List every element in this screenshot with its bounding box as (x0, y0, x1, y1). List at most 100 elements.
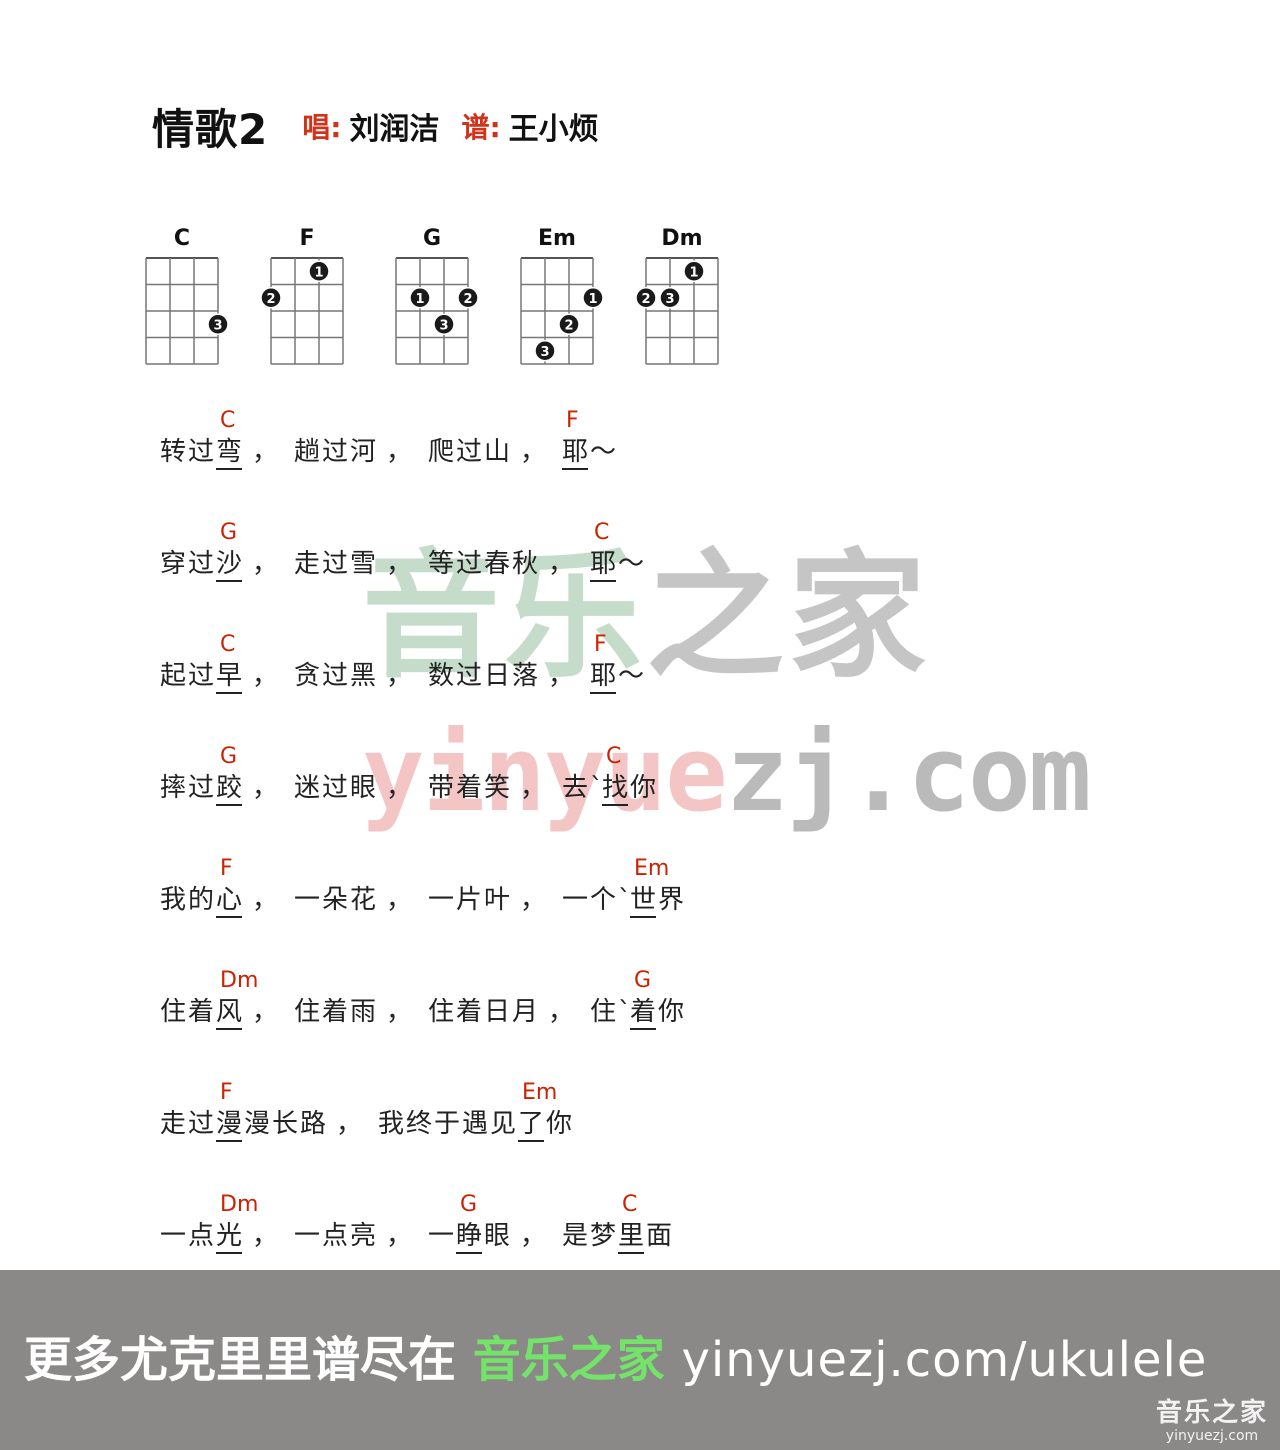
lyric-syllable: 漫 (244, 1109, 271, 1139)
lyric-syllable-chorded: 光 (216, 1220, 243, 1254)
lyric-syllable: 河 (350, 437, 377, 467)
chord-marker: Dm (220, 1192, 259, 1217)
svg-text:2: 2 (266, 292, 275, 307)
lyric-syllable: ， (520, 437, 547, 467)
svg-text:3: 3 (540, 345, 549, 360)
lyric-syllable: 过 (188, 549, 215, 579)
lyric-syllable: 等 (428, 549, 455, 579)
svg-text:3: 3 (439, 318, 448, 333)
lyric-syllable: ， (252, 885, 279, 915)
chord-marker: Dm (220, 968, 259, 993)
lyric-syllable: 叶 (484, 885, 511, 915)
lyric-syllable: ， (520, 885, 547, 915)
lyric-syllable-chorded: 睁 (456, 1220, 483, 1254)
lyric-syllable: 终 (406, 1109, 433, 1139)
lyric-syllable: 过 (322, 549, 349, 579)
chord-marker: F (220, 1080, 233, 1105)
chord-marker: F (594, 632, 607, 657)
chord-marker: C (220, 408, 236, 433)
lyric-syllable: 你 (658, 997, 685, 1027)
lyric-syllable: ， (386, 773, 413, 803)
lyric-syllable: 穿 (160, 549, 187, 579)
lyric-syllable: 你 (630, 773, 657, 803)
lyric-syllable: 点 (188, 1221, 215, 1251)
lyric-syllable: 过 (456, 437, 483, 467)
lyric-syllable: 是 (562, 1221, 589, 1251)
lyric-syllable: 亮 (350, 1221, 377, 1251)
footer-url[interactable]: yinyuezj.com/ukulele (681, 1332, 1207, 1388)
lyric-syllable: ～ (618, 661, 645, 691)
lyric-syllable: 日 (484, 997, 511, 1027)
lyric-syllable: 数 (428, 661, 455, 691)
footer-promo-text: 更多尤克里里谱尽在 (24, 1332, 457, 1388)
lyric-syllable: 春 (484, 549, 511, 579)
lyric-line: 起过早 C，贪过黑，数过日落，耶 F ～ (160, 632, 1060, 742)
lyric-line: 我的心 F，一朵花，一片叶，一个 ` 世 Em 界 (160, 856, 1060, 966)
chord-name: C (173, 226, 191, 251)
lyric-syllable: ， (252, 773, 279, 803)
fretboard-grid: 12 (260, 257, 344, 365)
svg-text:1: 1 (689, 265, 698, 280)
chord-marker: C (220, 632, 236, 657)
chord-marker: C (622, 1192, 638, 1217)
lyric-syllable: 起 (160, 661, 187, 691)
chord-name: G (422, 226, 442, 251)
lyric-syllable: ， (252, 661, 279, 691)
footer-logo-url: yinyuezj.com (1165, 1428, 1259, 1444)
lyric-syllable: 个 (590, 885, 617, 915)
lyric-syllable: ， (386, 1221, 413, 1251)
lyric-syllable-chorded: 耶 (590, 548, 617, 582)
lyric-syllable: 点 (322, 1221, 349, 1251)
chord-marker: F (220, 856, 233, 881)
lyric-syllable: ， (386, 549, 413, 579)
chord-marker: Em (522, 1080, 558, 1105)
chord-name: Em (538, 226, 576, 251)
finger-dot: 3 (433, 313, 455, 335)
fretboard-grid: 1 23 (635, 257, 719, 365)
song-header: 情歌2 唱: 刘润洁 谱: 王小烦 (152, 96, 621, 156)
lyric-syllable: 见 (490, 1109, 517, 1139)
lyric-syllable: ， (386, 885, 413, 915)
lyric-syllable: 月 (512, 997, 539, 1027)
lyric-syllable: 过 (188, 773, 215, 803)
svg-text:1: 1 (415, 292, 424, 307)
lyric-syllable-chorded: 沙 (216, 548, 243, 582)
arranger-name: 王小烦 (508, 112, 599, 147)
svg-text:2: 2 (564, 318, 573, 333)
lyric-syllable: 笑 (484, 773, 511, 803)
footer-promo: 更多尤克里里谱尽在 音乐之家 yinyuezj.com/ukulele (24, 1320, 1207, 1390)
lyric-syllable: 片 (456, 885, 483, 915)
lyric-syllable-chorded: 耶 (562, 436, 589, 470)
finger-dot: 1 (409, 287, 431, 309)
lyric-syllable: 你 (546, 1109, 573, 1139)
lyric-syllable: 着 (188, 997, 215, 1027)
svg-text:1: 1 (588, 292, 597, 307)
lyric-syllable: 一 (294, 885, 321, 915)
lyric-syllable: 眼 (350, 773, 377, 803)
lyric-syllable: 贪 (294, 661, 321, 691)
lyric-syllable: ， (520, 1221, 547, 1251)
lyric-syllable: 日 (484, 661, 511, 691)
finger-dot: 3 (534, 340, 556, 362)
chord-marker: G (460, 1192, 478, 1217)
lyric-line: 摔过跤 G，迷过眼，带着笑，去 ` 找 C 你 (160, 744, 1060, 854)
lyric-syllable: 过 (322, 773, 349, 803)
footer-brand: 音乐之家 (472, 1332, 665, 1388)
svg-text:3: 3 (665, 292, 674, 307)
lyric-syllable: 的 (188, 885, 215, 915)
lyric-syllable: 眼 (484, 1221, 511, 1251)
lyric-syllable: 去 (562, 773, 589, 803)
lyric-syllable: 一 (294, 1221, 321, 1251)
lyric-syllable-chorded: 世 (630, 884, 657, 918)
finger-dot: 1 (582, 287, 604, 309)
lyric-syllable: 路 (300, 1109, 327, 1139)
lyric-syllable: 一 (562, 885, 589, 915)
lyric-syllable: ～ (618, 549, 645, 579)
lyric-syllable: 住 (160, 997, 187, 1027)
lyric-syllable: 一 (428, 885, 455, 915)
lyric-syllable: 过 (188, 437, 215, 467)
lyric-syllable: 趟 (294, 437, 321, 467)
lyric-syllable-chorded: 早 (216, 660, 243, 694)
lyric-syllable: ， (548, 549, 575, 579)
chord-marker: G (220, 520, 238, 545)
